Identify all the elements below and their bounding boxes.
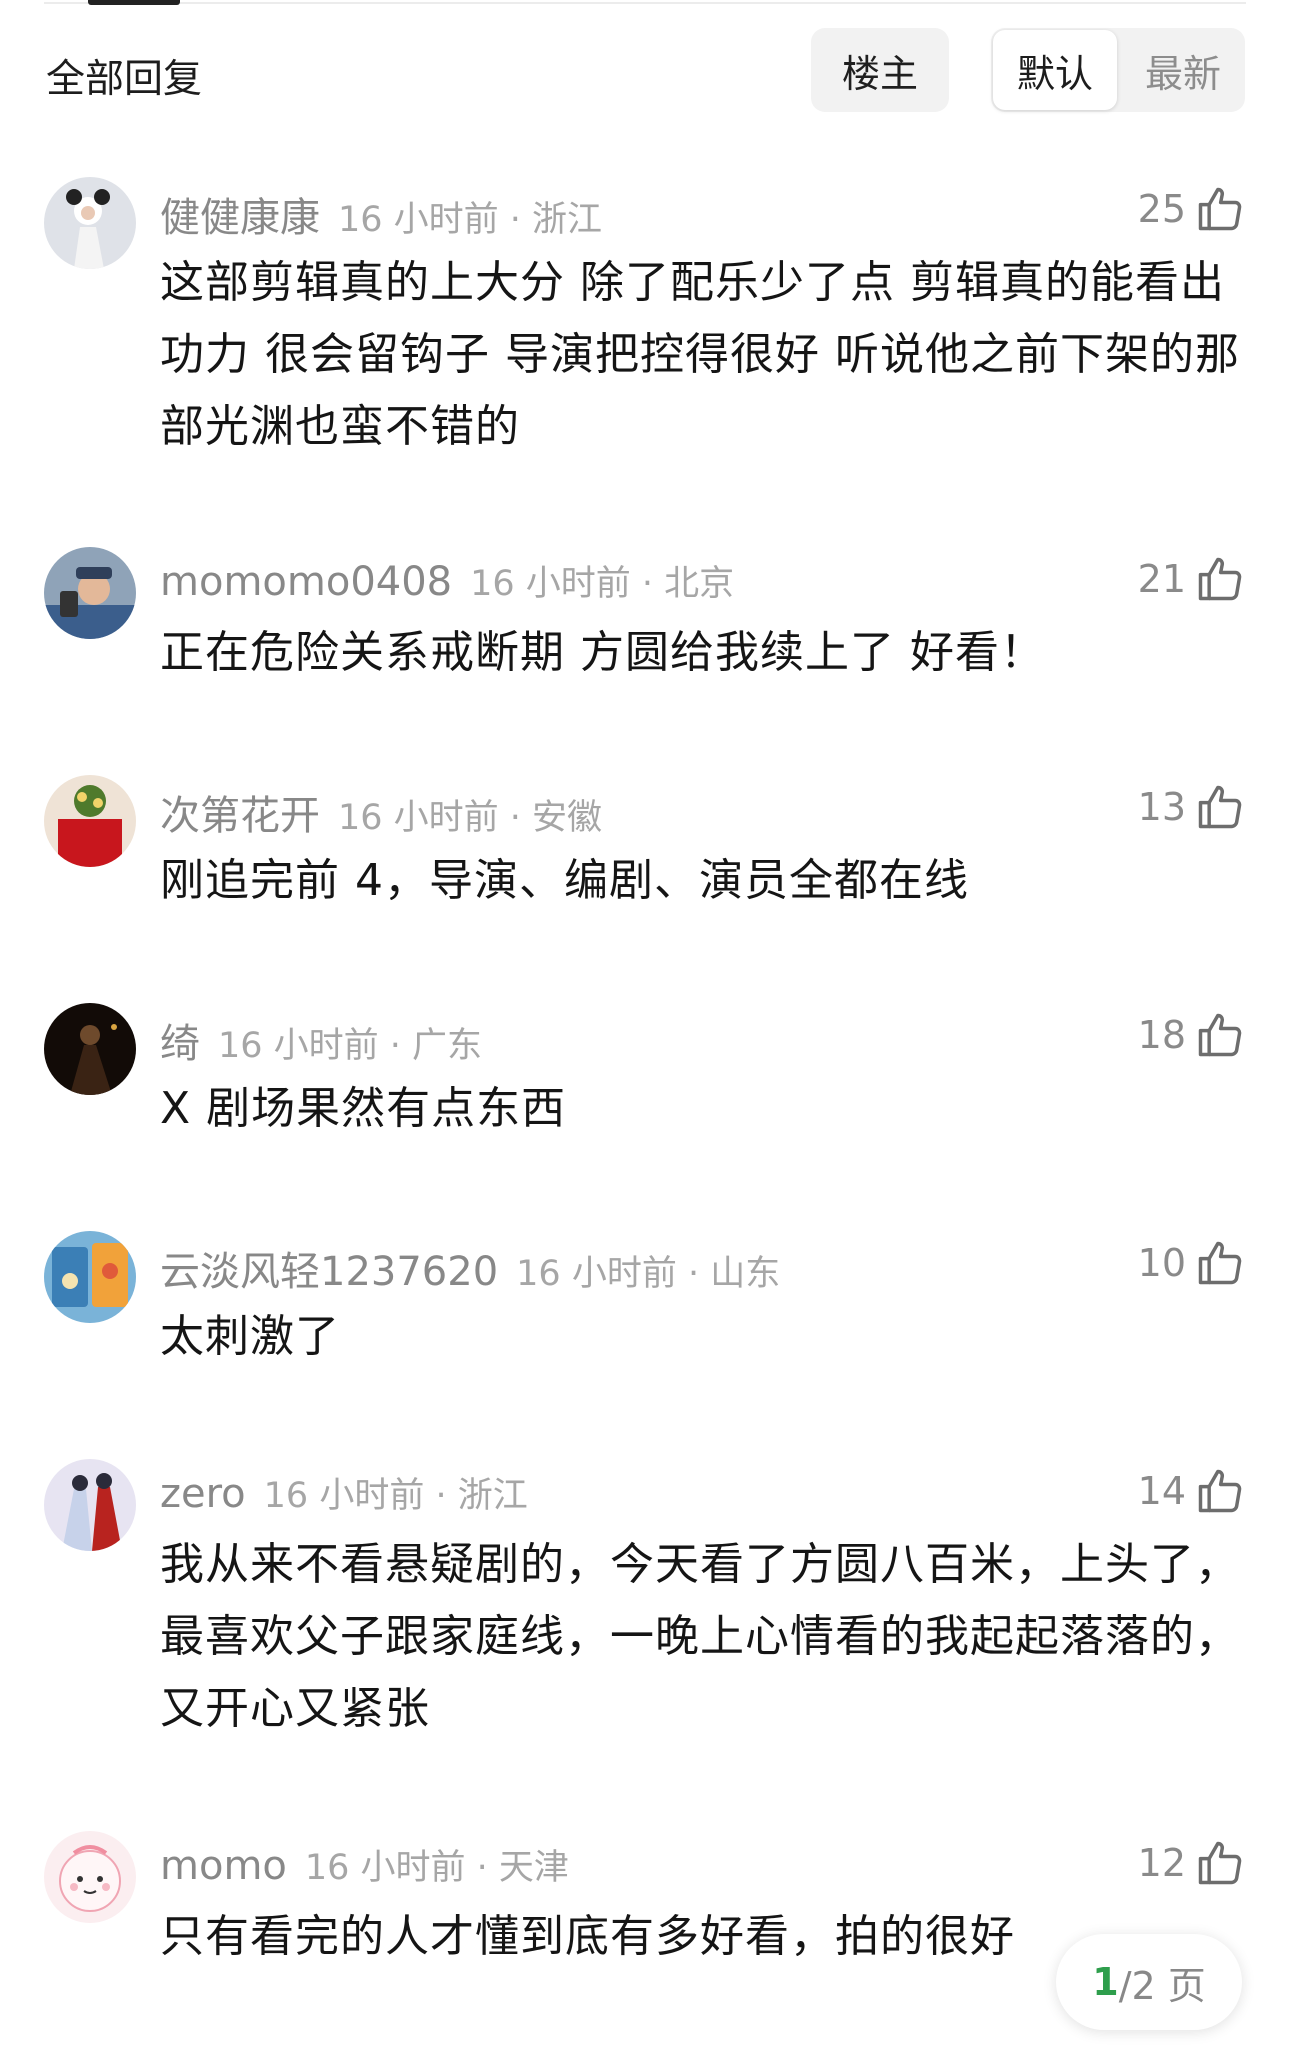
comment-text: 正在危险关系戒断期 方圆给我续上了 好看！	[160, 627, 1045, 678]
time-location: 16 小时前 · 安徽	[338, 798, 603, 838]
comment-text: X 剧场果然有点东西	[160, 1083, 567, 1134]
avatar[interactable]	[44, 1459, 136, 1551]
comment-text: 我从来不看悬疑剧的，今天看了方圆八百米，上头了，最喜欢父子跟家庭线，一晚上心情看…	[160, 1539, 1240, 1734]
username[interactable]: 绮	[160, 1011, 200, 1069]
like-count: 14	[1137, 1469, 1186, 1513]
like-count: 13	[1137, 785, 1186, 829]
thumbs-up-icon	[1194, 1837, 1246, 1889]
thumbs-up-icon	[1194, 1009, 1246, 1061]
like-count: 21	[1137, 557, 1186, 601]
comment-text: 刚追完前 4，导演、编剧、演员全都在线	[160, 855, 969, 906]
username[interactable]: 健健康康	[160, 185, 320, 243]
like-button[interactable]: 14	[1138, 1461, 1246, 1521]
username[interactable]: momo	[160, 1843, 287, 1889]
avatar[interactable]	[44, 547, 136, 639]
like-count: 25	[1137, 187, 1186, 231]
comment-meta: 次第花开 16 小时前 · 安徽	[160, 783, 602, 839]
thumbs-up-icon	[1194, 183, 1246, 235]
like-count: 12	[1137, 1841, 1186, 1885]
comment-meta: 健健康康 16 小时前 · 浙江	[160, 185, 602, 241]
active-tab-indicator	[88, 0, 180, 5]
like-button[interactable]: 21	[1138, 549, 1246, 609]
thumbs-up-icon	[1194, 781, 1246, 833]
comment-meta: momomo0408 16 小时前 · 北京	[160, 555, 734, 605]
avatar[interactable]	[44, 775, 136, 867]
comment-meta: momo 16 小时前 · 天津	[160, 1839, 569, 1889]
time-location: 16 小时前 · 北京	[470, 564, 735, 604]
thumbs-up-icon	[1194, 1237, 1246, 1289]
like-button[interactable]: 10	[1138, 1233, 1246, 1293]
like-button[interactable]: 25	[1138, 179, 1246, 239]
username[interactable]: zero	[160, 1471, 246, 1517]
time-location: 16 小时前 · 广东	[218, 1026, 483, 1066]
like-count: 10	[1137, 1241, 1186, 1285]
like-button[interactable]: 18	[1138, 1005, 1246, 1065]
avatar[interactable]	[44, 177, 136, 269]
total-pages: /2 页	[1118, 1963, 1206, 2008]
thumbs-up-icon	[1194, 553, 1246, 605]
time-location: 16 小时前 · 浙江	[338, 200, 603, 240]
comment-meta: zero 16 小时前 · 浙江	[160, 1467, 528, 1517]
avatar[interactable]	[44, 1231, 136, 1323]
sort-segmented-control: 默认 最新	[991, 28, 1245, 112]
comment-meta: 绮 16 小时前 · 广东	[160, 1011, 482, 1067]
sort-latest-button[interactable]: 最新	[1121, 28, 1245, 112]
username[interactable]: momomo0408	[160, 559, 452, 605]
like-button[interactable]: 13	[1138, 777, 1246, 837]
time-location: 16 小时前 · 天津	[304, 1848, 569, 1888]
like-button[interactable]: 12	[1138, 1833, 1246, 1893]
time-location: 16 小时前 · 山东	[516, 1254, 781, 1294]
avatar[interactable]	[44, 1831, 136, 1923]
current-page: 1	[1092, 1960, 1119, 2004]
comment-text: 这部剪辑真的上大分 除了配乐少了点 剪辑真的能看出功力 很会留钩子 导演把控得很…	[160, 257, 1240, 452]
thumbs-up-icon	[1194, 1465, 1246, 1517]
page-indicator[interactable]: 1 /2 页	[1056, 1934, 1242, 2030]
time-location: 16 小时前 · 浙江	[263, 1476, 528, 1516]
top-divider	[44, 2, 1246, 4]
username[interactable]: 云淡风轻1237620	[160, 1239, 498, 1297]
sort-default-button[interactable]: 默认	[993, 30, 1117, 110]
comment-meta: 云淡风轻1237620 16 小时前 · 山东	[160, 1239, 780, 1295]
avatar[interactable]	[44, 1003, 136, 1095]
username[interactable]: 次第花开	[160, 783, 320, 841]
comment-text: 太刺激了	[160, 1311, 340, 1362]
all-replies-title: 全部回复	[46, 57, 203, 102]
filter-op-button[interactable]: 楼主	[811, 28, 949, 112]
reply-header: 全部回复 楼主 默认 最新	[0, 28, 1290, 114]
like-count: 18	[1137, 1013, 1186, 1057]
